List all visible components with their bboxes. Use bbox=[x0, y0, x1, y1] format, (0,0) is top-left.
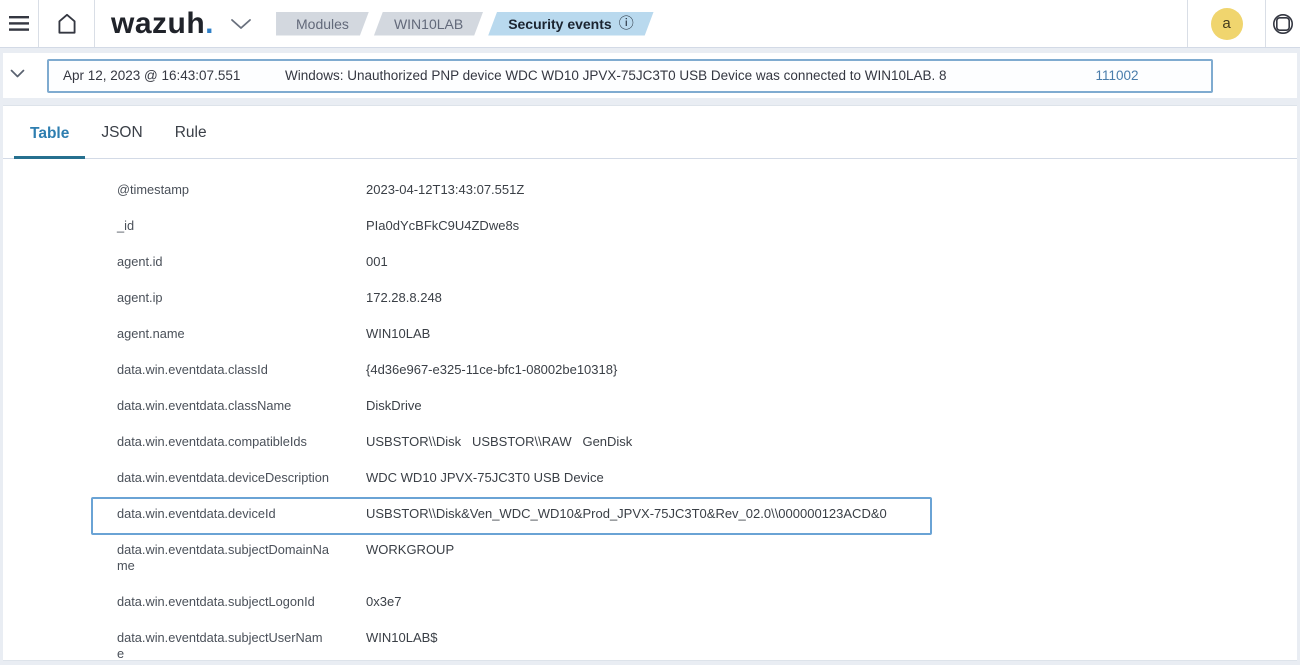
field-name: data.win.eventdata.subjectLogonId bbox=[117, 594, 366, 610]
breadcrumb: Modules WIN10LAB Security events ⓘ bbox=[276, 12, 654, 36]
breadcrumb-label: WIN10LAB bbox=[394, 16, 463, 32]
event-rule-id-link[interactable]: 111002 bbox=[1037, 68, 1197, 83]
table-row: data.win.eventdata.className DiskDrive bbox=[3, 388, 1297, 424]
field-name: data.win.eventdata.deviceDescription bbox=[117, 470, 366, 486]
field-name: data.win.eventdata.compatibleIds bbox=[117, 434, 366, 450]
field-name: _id bbox=[117, 218, 366, 234]
event-detail-panel: Table JSON Rule @timestamp 2023-04-12T13… bbox=[3, 105, 1297, 661]
table-row-highlighted[interactable]: data.win.eventdata.deviceId USBSTOR\\Dis… bbox=[3, 496, 1297, 532]
field-name: agent.name bbox=[117, 326, 366, 342]
table-row: data.win.eventdata.subjectDomainName WOR… bbox=[3, 532, 1297, 584]
field-name: @timestamp bbox=[117, 182, 366, 198]
chevron-down-icon[interactable] bbox=[230, 18, 252, 30]
field-value: DiskDrive bbox=[366, 398, 1267, 414]
tab-rule[interactable]: Rule bbox=[159, 124, 223, 158]
field-value: USBSTOR\\Disk&Ven_WDC_WD10&Prod_JPVX-75J… bbox=[366, 506, 1267, 522]
table-row: agent.id 001 bbox=[3, 244, 1297, 280]
breadcrumb-agent[interactable]: WIN10LAB bbox=[374, 12, 483, 36]
divider bbox=[94, 0, 95, 47]
field-value: 0x3e7 bbox=[366, 594, 1267, 610]
field-name: data.win.eventdata.className bbox=[117, 398, 366, 414]
home-icon[interactable] bbox=[39, 0, 94, 47]
top-navigation-bar: wazuh. Modules WIN10LAB Security events … bbox=[0, 0, 1300, 48]
table-row: data.win.eventdata.deviceDescription WDC… bbox=[3, 460, 1297, 496]
table-row: @timestamp 2023-04-12T13:43:07.551Z bbox=[3, 172, 1297, 208]
wazuh-logo[interactable]: wazuh. bbox=[111, 7, 214, 41]
field-value: WDC WD10 JPVX-75JC3T0 USB Device bbox=[366, 470, 1267, 486]
tab-json[interactable]: JSON bbox=[85, 124, 158, 158]
breadcrumb-modules[interactable]: Modules bbox=[276, 12, 369, 36]
event-summary-panel: Apr 12, 2023 @ 16:43:07.551 Windows: Una… bbox=[3, 53, 1297, 98]
info-icon[interactable]: ⓘ bbox=[619, 16, 634, 31]
field-value: WIN10LAB$ bbox=[366, 630, 1267, 646]
selected-event-row[interactable]: Apr 12, 2023 @ 16:43:07.551 Windows: Una… bbox=[47, 59, 1213, 93]
hamburger-menu-icon[interactable] bbox=[0, 0, 38, 47]
field-name: data.win.eventdata.deviceId bbox=[117, 506, 366, 522]
field-value: 172.28.8.248 bbox=[366, 290, 1267, 306]
event-description: Windows: Unauthorized PNP device WDC WD1… bbox=[285, 68, 939, 83]
field-name: data.win.eventdata.subjectUserName bbox=[117, 630, 366, 661]
field-name: agent.ip bbox=[117, 290, 366, 306]
table-row: data.win.eventdata.compatibleIds USBSTOR… bbox=[3, 424, 1297, 460]
table-row: data.win.eventdata.subjectLogonId 0x3e7 bbox=[3, 584, 1297, 620]
logo-dot: . bbox=[205, 7, 214, 40]
field-value: PIa0dYcBFkC9U4ZDwe8s bbox=[366, 218, 1267, 234]
table-row: agent.ip 172.28.8.248 bbox=[3, 280, 1297, 316]
field-name: data.win.eventdata.classId bbox=[117, 362, 366, 378]
table-row: data.win.eventdata.subjectUserName WIN10… bbox=[3, 620, 1297, 661]
field-value: 2023-04-12T13:43:07.551Z bbox=[366, 182, 1267, 198]
tab-table[interactable]: Table bbox=[14, 125, 85, 159]
field-value: {4d36e967-e325-11ce-bfc1-08002be10318} bbox=[366, 362, 1267, 378]
breadcrumb-security-events[interactable]: Security events ⓘ bbox=[488, 12, 654, 36]
avatar[interactable]: a bbox=[1211, 8, 1243, 40]
help-ring-icon[interactable] bbox=[1266, 0, 1300, 47]
field-value: USBSTOR\\Disk USBSTOR\\RAW GenDisk bbox=[366, 434, 1267, 450]
field-value: WORKGROUP bbox=[366, 542, 1267, 558]
avatar-container: a bbox=[1188, 0, 1265, 47]
event-timestamp: Apr 12, 2023 @ 16:43:07.551 bbox=[63, 68, 285, 83]
table-row: _id PIa0dYcBFkC9U4ZDwe8s bbox=[3, 208, 1297, 244]
topbar-right-section: a bbox=[1187, 0, 1300, 47]
field-table: @timestamp 2023-04-12T13:43:07.551Z _id … bbox=[3, 159, 1297, 661]
table-row: data.win.eventdata.classId {4d36e967-e32… bbox=[3, 352, 1297, 388]
field-value: 001 bbox=[366, 254, 1267, 270]
collapse-chevron-icon[interactable] bbox=[10, 69, 25, 78]
event-rule-level: 8 bbox=[939, 68, 1037, 83]
logo-text: wazuh bbox=[111, 7, 205, 40]
detail-tabs: Table JSON Rule bbox=[3, 106, 1297, 159]
field-name: agent.id bbox=[117, 254, 366, 270]
field-value: WIN10LAB bbox=[366, 326, 1267, 342]
breadcrumb-label: Modules bbox=[296, 16, 349, 32]
field-name: data.win.eventdata.subjectDomainName bbox=[117, 542, 366, 574]
breadcrumb-label: Security events bbox=[508, 16, 612, 32]
table-row: agent.name WIN10LAB bbox=[3, 316, 1297, 352]
